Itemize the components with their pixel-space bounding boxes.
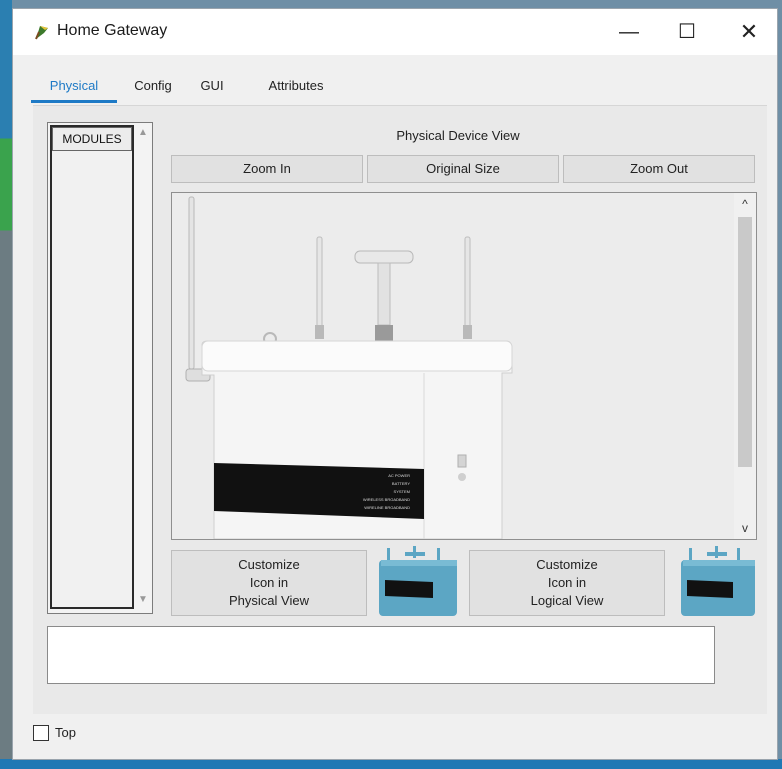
logical-view-device-icon <box>681 546 755 616</box>
physical-device-viewport[interactable]: AC POWER BATTERY SYSTEM WIRELESS BROADBA… <box>171 192 757 540</box>
top-checkbox-label: Top <box>55 725 76 740</box>
zoom-in-button[interactable]: Zoom In <box>171 155 363 183</box>
physical-tab-panel: MODULES ▲ ▼ Physical Device View Zoom In… <box>33 105 767 714</box>
button-label: Icon in <box>249 575 289 590</box>
button-label: Icon in <box>547 575 587 590</box>
zoom-out-button[interactable]: Zoom Out <box>563 155 755 183</box>
viewport-scrollbar[interactable]: ^ v <box>734 193 756 539</box>
physical-view-device-icon <box>379 546 457 616</box>
button-label: Physical View <box>229 593 309 608</box>
customize-physical-icon-button[interactable]: Customize Icon in Physical View <box>171 550 367 616</box>
customize-logical-icon-button[interactable]: Customize Icon in Logical View <box>469 550 665 616</box>
original-size-button[interactable]: Original Size <box>367 155 559 183</box>
scroll-up-icon[interactable]: ▲ <box>136 127 150 138</box>
home-gateway-device-image: AC POWER BATTERY SYSTEM WIRELESS BROADBA… <box>185 196 513 539</box>
indicator-label: WIRELINE BROADBAND <box>364 505 410 510</box>
button-label: Logical View <box>530 593 604 608</box>
close-button[interactable]: ✕ <box>729 17 769 47</box>
title-bar[interactable]: Home Gateway — ☐ ✕ <box>13 9 777 55</box>
tab-attributes[interactable]: Attributes <box>243 73 349 100</box>
indicator-label: AC POWER <box>388 473 410 478</box>
tab-gui[interactable]: GUI <box>187 73 237 100</box>
indicator-label: WIRELESS BROADBAND <box>363 497 410 502</box>
minimize-button[interactable]: — <box>609 17 649 47</box>
scroll-down-icon[interactable]: v <box>734 521 756 535</box>
indicator-label: BATTERY <box>392 481 410 486</box>
scrollbar-thumb[interactable] <box>738 217 752 467</box>
button-label: Customize <box>536 557 598 572</box>
scroll-down-icon[interactable]: ▼ <box>136 594 150 605</box>
modules-header: MODULES <box>52 127 132 151</box>
modules-list[interactable]: MODULES <box>50 125 134 609</box>
device-info-textbox[interactable] <box>47 626 715 684</box>
button-label: Customize <box>238 557 300 572</box>
indicator-label: SYSTEM <box>394 489 410 494</box>
modules-panel: MODULES ▲ ▼ <box>47 122 153 614</box>
home-gateway-window: Home Gateway — ☐ ✕ Physical Config GUI A… <box>12 8 778 760</box>
physical-device-view-label: Physical Device View <box>396 128 520 143</box>
taskbar-edge <box>0 759 782 769</box>
maximize-button[interactable]: ☐ <box>667 17 707 47</box>
scroll-up-icon[interactable]: ^ <box>734 197 756 211</box>
modules-scrollbar[interactable]: ▲ ▼ <box>136 125 150 609</box>
tab-config[interactable]: Config <box>123 73 183 100</box>
app-icon <box>35 26 48 40</box>
window-title: Home Gateway <box>57 22 168 39</box>
top-checkbox[interactable] <box>33 725 49 741</box>
tab-physical[interactable]: Physical <box>31 73 117 103</box>
desktop-background <box>0 0 12 769</box>
